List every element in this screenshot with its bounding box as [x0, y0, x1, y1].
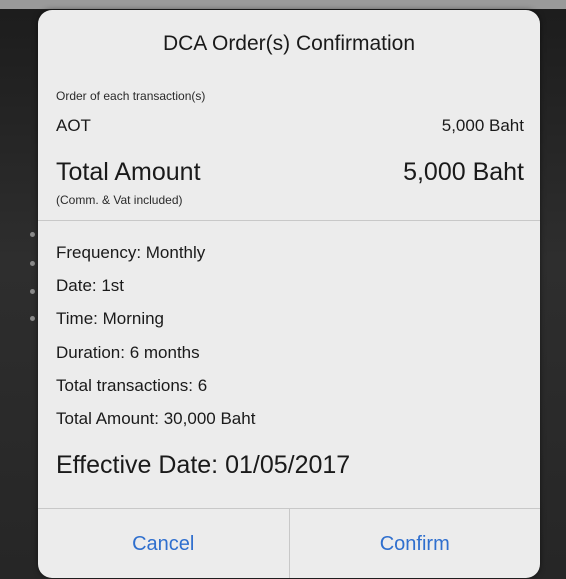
total-amount-sublabel: (Comm. & Vat included)	[56, 193, 183, 207]
confirmation-dialog: DCA Order(s) Confirmation Order of each …	[38, 10, 540, 578]
stock-amount: 5,000 Baht	[441, 116, 524, 135]
detail-duration: Duration: 6 months	[56, 343, 200, 362]
effective-date: Effective Date: 01/05/2017	[56, 451, 351, 479]
stock-name: AOT	[56, 116, 91, 135]
background-bullet	[30, 316, 35, 321]
confirm-button[interactable]: Confirm	[290, 509, 541, 578]
detail-date: Date: 1st	[56, 276, 125, 295]
background-bullet	[30, 232, 35, 237]
detail-total-amount: Total Amount: 30,000 Baht	[56, 409, 256, 428]
dialog-title: DCA Order(s) Confirmation	[162, 32, 416, 55]
background-bullet	[30, 289, 35, 294]
detail-frequency: Frequency: Monthly	[56, 243, 206, 262]
section-divider	[38, 220, 540, 221]
dialog-button-bar: Cancel Confirm	[38, 508, 540, 578]
total-amount-value: 5,000 Baht	[403, 158, 524, 186]
detail-total-transactions: Total transactions: 6	[56, 376, 208, 395]
order-each-label: Order of each transaction(s)	[56, 89, 206, 103]
detail-time: Time: Morning	[56, 309, 165, 328]
total-amount-label: Total Amount	[56, 158, 201, 186]
cancel-button[interactable]: Cancel	[38, 509, 289, 578]
background-bullet	[30, 261, 35, 266]
top-status-strip	[0, 0, 566, 9]
